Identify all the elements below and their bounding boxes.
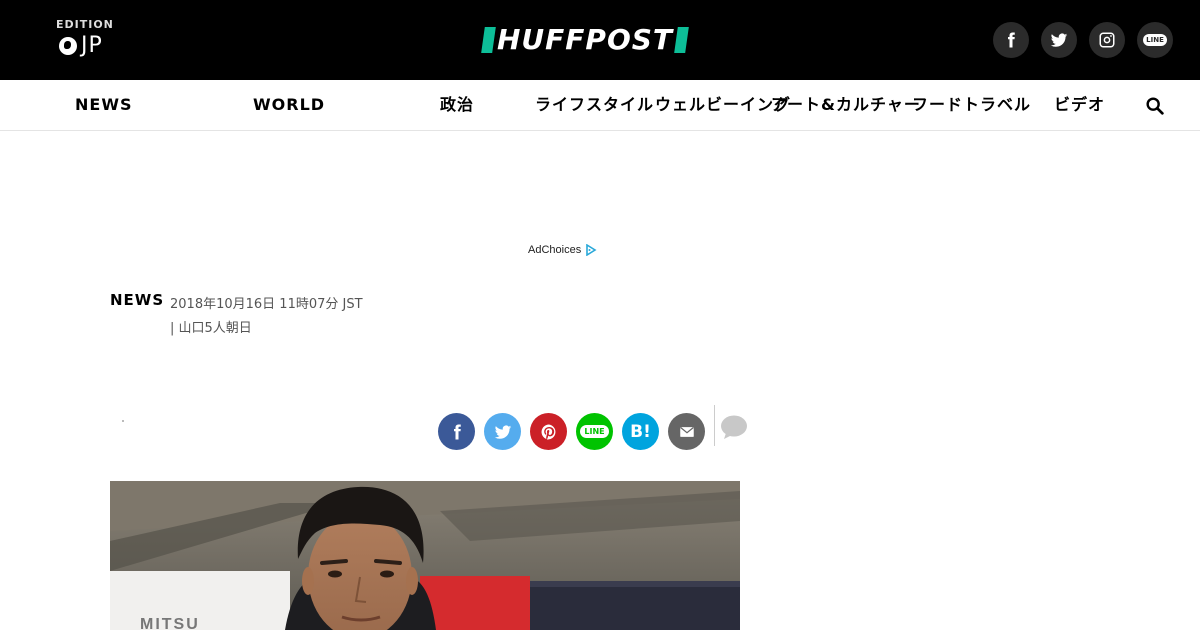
nav-item-world[interactable]: WORLD — [253, 80, 325, 130]
top-bar: EDITION JP HUFFPOST LINE — [0, 0, 1200, 80]
line-icon-label: LINE — [1143, 34, 1167, 46]
huffpost-logo[interactable]: HUFFPOST — [481, 23, 689, 56]
nav-item-food-travel[interactable]: フードトラベル — [912, 80, 1031, 130]
article-timestamp: 2018年10月16日 11時07分 JST — [170, 297, 363, 312]
facebook-icon[interactable] — [993, 22, 1029, 58]
nav-item-lifestyle[interactable]: ライフスタイル — [535, 80, 654, 130]
envelope-icon — [679, 426, 694, 437]
logo-bar-left — [481, 27, 496, 53]
facebook-share-button[interactable] — [438, 413, 475, 450]
nav-item-news[interactable]: NEWS — [75, 80, 133, 130]
comment-icon[interactable] — [719, 414, 749, 440]
edition-code: JP — [81, 33, 103, 58]
line-share-button[interactable]: LINE — [576, 413, 613, 450]
decorative-dot — [122, 420, 124, 422]
hatena-share-button[interactable]: B! — [622, 413, 659, 450]
share-bar: LINE B! — [438, 413, 705, 450]
share-divider — [714, 405, 715, 446]
article-section-tag[interactable]: NEWS — [110, 291, 164, 309]
svg-text:MITSU: MITSU — [140, 616, 200, 630]
nav-item-video[interactable]: ビデオ — [1054, 80, 1105, 130]
header-social-links: LINE — [993, 22, 1173, 58]
nav-item-art-culture[interactable]: アート&カルチャー — [771, 80, 921, 130]
nav-item-politics[interactable]: 政治 — [440, 80, 474, 130]
article-author: | 山口5人朝日 — [170, 321, 252, 336]
edition-selector[interactable]: EDITION JP — [56, 18, 114, 58]
twitter-icon — [494, 424, 511, 439]
adchoices-link[interactable]: AdChoices — [528, 244, 597, 256]
email-share-button[interactable] — [668, 413, 705, 450]
globe-icon — [59, 36, 77, 55]
adchoices-label: AdChoices — [528, 244, 582, 256]
article-hero-image: MITSU — [110, 481, 740, 630]
pinterest-share-button[interactable] — [530, 413, 567, 450]
search-icon[interactable] — [1144, 95, 1166, 117]
facebook-icon — [453, 424, 461, 439]
logo-text: HUFFPOST — [497, 23, 674, 56]
twitter-share-button[interactable] — [484, 413, 521, 450]
adchoices-icon — [586, 244, 597, 256]
logo-bar-right — [674, 27, 689, 53]
pinterest-icon — [541, 424, 555, 440]
line-share-label: LINE — [580, 425, 609, 438]
line-icon[interactable]: LINE — [1137, 22, 1173, 58]
hero-photo-illustration: MITSU — [110, 481, 740, 630]
edition-label: EDITION — [56, 18, 114, 31]
twitter-icon[interactable] — [1041, 22, 1077, 58]
hatena-share-label: B! — [630, 421, 651, 442]
instagram-icon[interactable] — [1089, 22, 1125, 58]
main-nav: NEWS WORLD 政治 ライフスタイル ウェルビーイング アート&カルチャー… — [0, 80, 1200, 131]
